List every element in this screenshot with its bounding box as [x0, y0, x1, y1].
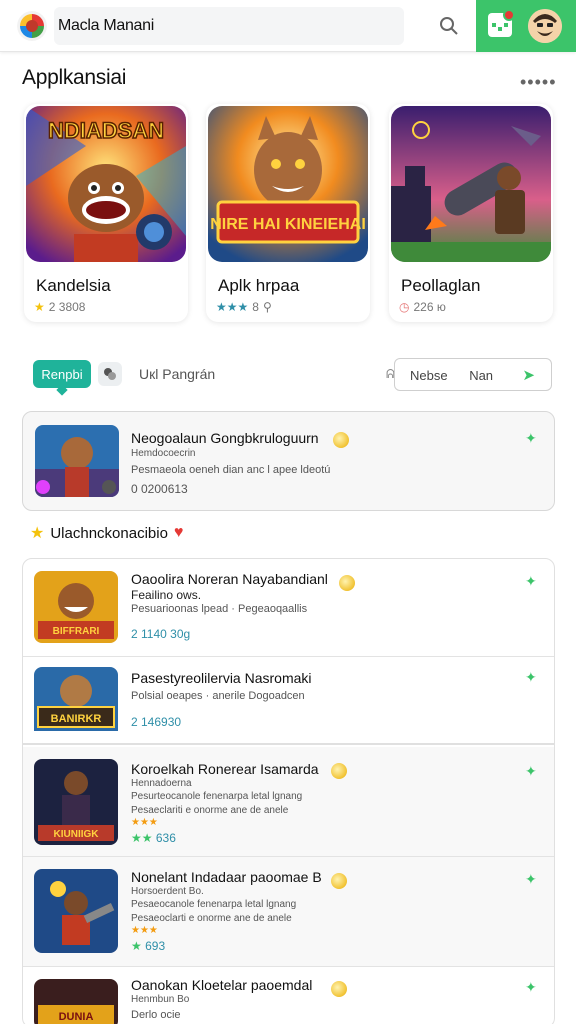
featured-card-1[interactable]: NDIADSAN Kandelsia ★ 2 3808	[24, 104, 188, 322]
send-icon: ➤	[522, 367, 535, 384]
stars-icon: ★★★	[216, 300, 249, 314]
list-item-description: Polsial oeapes · anerile Dogoadcen	[131, 690, 305, 702]
stars-icon: ★	[131, 939, 142, 953]
list-item[interactable]: BIFFRARI Oaoolira Noreran Nayabandianl ✦…	[23, 559, 554, 657]
list-item-title: Koroelkah Ronerear Isamarda	[131, 761, 319, 777]
list-item[interactable]: DUNIA Oanokan Kloetelar paoemdal ✦ Henmb…	[23, 967, 554, 1024]
featured-card-3[interactable]: Peollaglan ◷ 226 ю	[389, 104, 553, 322]
list-item-title: Nonelant Indadaar paoomae B	[131, 869, 322, 885]
card-title: Kandelsia	[36, 276, 111, 295]
list-item-description: Pesuarioonas lpead · Pegeaoqaallis	[131, 603, 308, 615]
game-list: BIFFRARI Oaoolira Noreran Nayabandianl ✦…	[22, 558, 555, 1024]
card-meta: ★ 2 3808	[34, 300, 86, 314]
account-area[interactable]	[476, 0, 576, 52]
card-title: Peollaglan	[401, 276, 481, 295]
coin-icon	[331, 763, 347, 779]
game-thumbnail	[35, 425, 119, 497]
list-item-subtitle: Hennadoerna	[131, 778, 192, 789]
sort-dropdown-value: Nebse Nan	[410, 368, 494, 383]
filter-toggle-icon[interactable]	[98, 362, 122, 386]
list-item-description: Pesaeocanole fenenarpa letal lgnang	[131, 899, 297, 910]
list-item-description: Derlo ocie	[131, 1009, 181, 1021]
game-thumbnail: BANIRKR	[34, 667, 118, 739]
highlight-card[interactable]: Neogoalaun Gongbkruloguurn ✦ Hemdocoecri…	[22, 411, 555, 511]
list-item-description-2: Pesaeclariti e onorme ane de anele	[131, 805, 289, 816]
list-item[interactable]: KIUNIIGK Koroelkah Ronerear Isamarda ✦ H…	[23, 747, 554, 857]
art-lettering: NDIADSAN	[48, 118, 164, 143]
sort-label: Uкl Pangrán	[139, 366, 216, 382]
highlight-meta: 0 0200613	[131, 482, 188, 496]
list-item[interactable]: Nonelant Indadaar paoomae B ✦ Horsoerden…	[23, 857, 554, 967]
list-item-meta: 2 146930	[131, 715, 182, 729]
stars-icon: ★★	[131, 831, 153, 845]
sparkle-icon[interactable]: ✦	[525, 669, 537, 686]
list-item-subtitle: Horsoerdent Bo.	[131, 886, 204, 897]
featured-card-2[interactable]: NIRE HAI KINEIEHAI Aplk hrpaa ★★★ 8 ⚲	[206, 104, 370, 322]
list-item-description: Pesurteocanole fenenarpa letal lgnang	[131, 791, 303, 802]
game-art-image: NDIADSAN	[26, 106, 186, 262]
list-item-description-2: Pesaeoclarti e onorme ane de anele	[131, 913, 292, 924]
top-app-bar: Macla Manani	[0, 0, 576, 52]
editors-heading: ★ Ulachnckonacibio ♥	[30, 524, 184, 542]
list-item-title: Pasestyreolilervia Nasromaki	[131, 670, 312, 686]
art-lettering: DUNIA	[59, 1011, 94, 1023]
sparkle-icon[interactable]: ✦	[525, 979, 537, 996]
sort-dropdown[interactable]: Nebse Nan ➤	[394, 358, 552, 391]
pin-icon: ⚲	[262, 300, 272, 314]
list-item-meta: ★★ 636	[131, 831, 176, 845]
notification-badge	[503, 9, 515, 21]
section-title: Applkansiai	[22, 66, 127, 89]
art-lettering: KIUNIIGK	[54, 829, 100, 840]
highlight-title: Neogoalaun Gongbkruloguurn	[131, 430, 319, 446]
art-lettering: NIRE HAI KINEIEHAI	[210, 216, 366, 233]
game-thumbnail: BIFFRARI	[34, 571, 118, 643]
sparkle-icon[interactable]: ✦	[525, 871, 537, 888]
game-art-image: NIRE HAI KINEIEHAI	[208, 106, 368, 262]
search-bar[interactable]: Macla Manani	[54, 7, 404, 45]
list-item-meta: ★ 693	[131, 939, 166, 953]
game-thumbnail: DUNIA	[34, 979, 118, 1024]
coin-icon	[331, 981, 347, 997]
sparkle-icon[interactable]: ✦	[525, 763, 537, 780]
card-meta: ◷ 226 ю	[399, 300, 446, 314]
highlight-subtitle: Hemdocoecrin	[131, 448, 196, 459]
list-item-title: Oaoolira Noreran Nayabandianl	[131, 571, 328, 587]
list-item-title: Oanokan Kloetelar paoemdal	[131, 977, 313, 993]
clock-icon: ◷	[399, 300, 410, 314]
game-thumbnail: KIUNIIGK	[34, 759, 118, 845]
avatar[interactable]	[528, 9, 562, 43]
art-lettering: BIFFRARI	[53, 626, 100, 637]
card-title: Aplk hrpaa	[218, 276, 300, 295]
sparkle-icon[interactable]: ✦	[525, 430, 537, 447]
star-icon: ★	[30, 525, 45, 542]
app-logo-icon[interactable]	[17, 11, 47, 41]
art-lettering: BANIRKR	[51, 713, 102, 725]
coin-icon	[331, 873, 347, 889]
heart-icon: ♥	[173, 524, 184, 541]
coin-icon	[339, 575, 355, 591]
rating-stars: ★★★	[131, 925, 158, 936]
game-art-image	[391, 106, 551, 262]
sparkle-icon[interactable]: ✦	[525, 573, 537, 590]
list-item-subtitle: Feailino ows.	[131, 588, 202, 602]
app-title: Macla Manani	[58, 17, 155, 34]
list-item-meta: 2 1140 30g	[131, 627, 191, 641]
card-meta: ★★★ 8 ⚲	[216, 300, 272, 314]
game-thumbnail	[34, 869, 118, 953]
rating-stars: ★★★	[131, 817, 158, 828]
list-item-subtitle: Henmbun Bo	[131, 994, 190, 1005]
more-options-icon[interactable]: •••••	[520, 72, 557, 93]
search-icon[interactable]	[432, 10, 466, 42]
list-item[interactable]: BANIRKR Pasestyreolilervia Nasromaki ✦ P…	[23, 657, 554, 745]
highlight-description: Pesmaeola oeneh dian anc l apee ldeotú	[131, 464, 331, 476]
star-icon: ★	[34, 300, 45, 314]
coin-icon	[333, 432, 349, 448]
